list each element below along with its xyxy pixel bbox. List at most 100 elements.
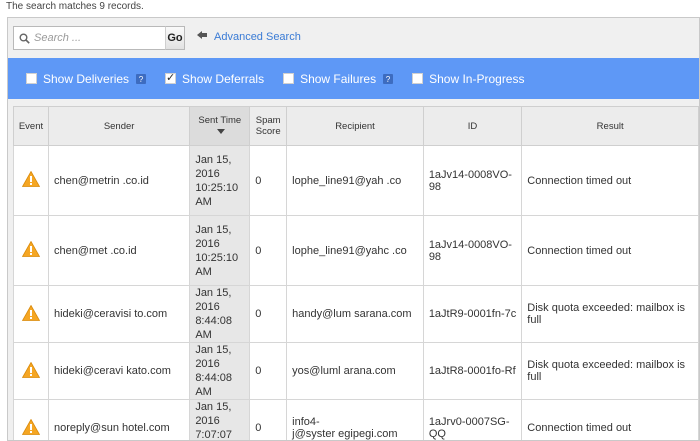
column-header-result[interactable]: Result <box>521 106 699 146</box>
warning-icon <box>21 418 41 438</box>
warning-icon <box>21 170 41 190</box>
checkbox[interactable] <box>283 73 295 84</box>
spam-score-cell: 0 <box>249 285 288 343</box>
table-row[interactable]: hideki@ceravisi to.com Jan 15, 2016 8:44:08… <box>13 285 699 343</box>
recipient-cell: info4- j@syster egipegi.com <box>286 399 424 440</box>
column-header-sender[interactable]: Sender <box>47 106 191 146</box>
id-cell: 1aJrv0-0007SG-QQ <box>422 399 523 440</box>
spam-score-cell: 0 <box>249 145 288 216</box>
checkbox[interactable] <box>412 73 424 84</box>
warning-icon <box>21 240 41 260</box>
advanced-search-link[interactable]: Advanced Search <box>197 30 301 43</box>
table-header-row: Event Sender Sent Time Spam Score Recipi… <box>13 106 699 146</box>
filter-bar: Show Deliveries ? Show Deferrals Show Fa… <box>8 58 699 99</box>
column-header-id[interactable]: ID <box>422 106 523 146</box>
table-row[interactable]: chen@met .co.id Jan 15, 2016 10:25:10 AM 0 lop… <box>13 215 699 286</box>
result-cell: Connection timed out <box>521 399 699 440</box>
sent-time-cell: Jan 15, 2016 10:25:10 AM <box>189 145 251 216</box>
spam-score-cell: 0 <box>249 342 288 400</box>
sent-time-line: 10:25:10 <box>195 251 239 264</box>
sent-time-line: Jan 15, <box>195 344 232 356</box>
sent-time-line: 2016 <box>195 415 220 427</box>
event-cell <box>13 145 49 216</box>
info-icon[interactable]: ? <box>135 73 146 84</box>
checkbox-checked[interactable] <box>165 71 177 84</box>
column-header-recipient[interactable]: Recipient <box>286 106 424 146</box>
search-input[interactable] <box>34 32 164 44</box>
sent-time-cell: Jan 15, 2016 8:44:08 AM <box>189 285 251 343</box>
filter-label: Show In-Progress <box>429 71 525 86</box>
column-header-sent-time[interactable]: Sent Time <box>189 106 251 146</box>
search-panel: Go Advanced Search Show Deliveries ? Sho… <box>7 17 700 441</box>
sent-time-line: 8:44:08 AM <box>195 315 233 341</box>
recipient-cell: lophe_line91@yah .co <box>286 145 424 216</box>
filter-show-deferrals[interactable]: Show Deferrals <box>162 71 265 86</box>
sent-time-line: 2016 <box>195 301 220 313</box>
checkbox[interactable] <box>26 73 37 84</box>
spam-score-cell: 0 <box>249 399 288 440</box>
sent-time-line: 2016 <box>195 358 220 370</box>
filter-label: Show Failures <box>300 71 377 86</box>
warning-icon <box>21 304 41 324</box>
sent-time-cell: Jan 15, 2016 7:07:07 AM <box>189 399 251 441</box>
back-arrow-icon <box>197 30 207 43</box>
sender-cell: hideki@ceravisi to.com <box>47 285 191 343</box>
result-cell: Connection timed out <box>521 145 699 216</box>
column-header-spam-score[interactable]: Spam Score <box>249 106 288 146</box>
sent-time-line: 7:07:07 AM <box>195 429 233 441</box>
go-button[interactable]: Go <box>165 26 185 50</box>
info-icon[interactable]: ? <box>382 73 393 84</box>
filter-label: Show Deliveries <box>43 71 130 86</box>
sent-time-line: Jan 15, <box>195 401 232 413</box>
svg-text:?: ? <box>138 75 143 84</box>
sent-time-line: 2016 <box>195 167 220 180</box>
result-cell: Connection timed out <box>521 215 699 286</box>
warning-icon <box>21 361 41 381</box>
sent-time-line: AM <box>195 195 212 208</box>
table-row[interactable]: hideki@ceravi kato.com Jan 15, 2016 8:44:08… <box>13 342 699 400</box>
search-box[interactable] <box>13 26 170 50</box>
recipient-cell: yos@luml arana.com <box>286 342 424 400</box>
table-row[interactable]: noreply@sun hotel.com Jan 15, 2016 7:07:07 … <box>13 399 699 441</box>
id-cell: 1aJtR8-0001fo-Rf <box>422 342 523 400</box>
search-icon <box>14 27 34 49</box>
sent-time-line: Jan 15, <box>195 287 232 299</box>
event-cell <box>13 285 49 343</box>
recipient-cell: lophe_line91@yahc .co <box>286 215 424 286</box>
svg-text:?: ? <box>385 75 390 84</box>
advanced-search-label: Advanced Search <box>214 30 301 43</box>
sent-time-line: 2016 <box>195 237 220 250</box>
sent-time-cell: Jan 15, 2016 10:25:10 AM <box>189 215 251 286</box>
sort-desc-icon <box>217 128 226 134</box>
results-summary: The search matches 9 records. <box>6 1 144 12</box>
event-cell <box>13 399 49 440</box>
column-header-event[interactable]: Event <box>13 106 49 146</box>
sender-cell: noreply@sun hotel.com <box>47 399 191 440</box>
id-cell: 1aJtR9-0001fn-7c <box>422 285 523 343</box>
result-cell: Disk quota exceeded: mailbox is full <box>521 285 699 343</box>
recipient-cell: handy@lum sarana.com <box>286 285 424 343</box>
event-cell <box>13 342 49 400</box>
sender-cell: chen@metrin .co.id <box>47 145 191 216</box>
table-row[interactable]: chen@metrin .co.id Jan 15, 2016 10:25:10 AM 0… <box>13 145 699 216</box>
column-header-label: Sent Time <box>198 115 242 126</box>
filter-show-deliveries[interactable]: Show Deliveries ? <box>23 72 146 86</box>
id-cell: 1aJv14-0008VO-98 <box>422 215 523 286</box>
result-cell: Disk quota exceeded: mailbox is full <box>521 342 699 400</box>
filter-show-failures[interactable]: Show Failures ? <box>280 72 393 86</box>
sent-time-line: 8:44:08 AM <box>195 372 233 398</box>
sent-time-line: Jan 15, <box>195 153 232 166</box>
spam-score-cell: 0 <box>249 215 288 286</box>
sent-time-cell: Jan 15, 2016 8:44:08 AM <box>189 342 251 400</box>
sent-time-line: 10:25:10 <box>195 181 239 194</box>
sent-time-line: Jan 15, <box>195 223 232 236</box>
event-cell <box>13 215 49 286</box>
sender-cell: hideki@ceravi kato.com <box>47 342 191 400</box>
id-cell: 1aJv14-0008VO-98 <box>422 145 523 216</box>
search-bar: Go Advanced Search <box>8 18 699 58</box>
results-table: Event Sender Sent Time Spam Score Recipi… <box>13 106 699 441</box>
filter-label: Show Deferrals <box>182 71 265 86</box>
filter-show-in-progress[interactable]: Show In-Progress <box>409 72 524 86</box>
sent-time-line: AM <box>195 265 212 278</box>
sender-cell: chen@met .co.id <box>47 215 191 286</box>
